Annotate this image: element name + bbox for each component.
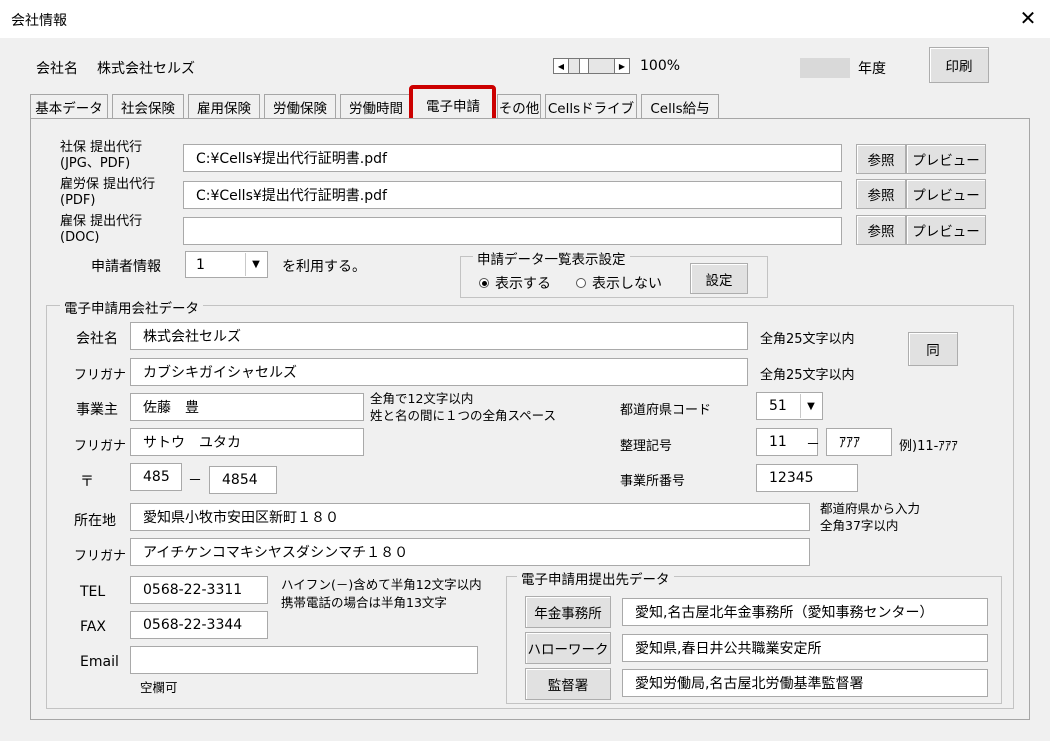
applicant-suffix: を利用する。 <box>282 259 366 275</box>
cd-email-input[interactable] <box>130 646 478 674</box>
tab-e-application[interactable]: 電子申請 <box>415 90 491 119</box>
file-path-koho[interactable] <box>183 217 842 245</box>
pref-chevron-down-icon[interactable]: ▼ <box>800 394 821 418</box>
cd-address-kana-input[interactable]: アイチケンコマキシヤスダシンマチ１８０ <box>130 538 810 566</box>
cd-postal1-input[interactable]: 485 <box>130 463 182 491</box>
labor-office-input[interactable]: 愛知労働局,名古屋北労働基準監督署 <box>622 669 988 697</box>
scroll-right-icon[interactable]: ▶ <box>614 58 630 74</box>
cd-tel-label: TEL <box>80 584 106 600</box>
cd-name-label: 会社名 <box>76 331 118 347</box>
cd-ref-dash: － <box>806 437 820 453</box>
hello-work-input[interactable]: 愛知県,春日井公共職業安定所 <box>622 634 988 662</box>
cd-ref-example: 例)11-ｱｱｱ <box>899 439 958 454</box>
pension-office-input[interactable]: 愛知,名古屋北年金事務所（愛知事務センター） <box>622 598 988 626</box>
cd-address-label: 所在地 <box>74 513 116 529</box>
year-value-redacted <box>800 58 850 78</box>
cd-furigana-label: フリガナ <box>74 368 127 383</box>
tab-cells-drive[interactable]: Cellsドライブ <box>545 94 637 118</box>
close-icon[interactable]: ✕ <box>1016 6 1040 30</box>
cd-furigana-note: 全角25文字以内 <box>760 368 855 383</box>
window-title: 会社情報 <box>11 13 67 29</box>
cd-furigana-input[interactable]: カブシキガイシャセルズ <box>130 358 748 386</box>
cd-address-note: 都道府県から入力 全角37字以内 <box>820 501 921 533</box>
browse-button-korouho[interactable]: 参照 <box>856 179 906 209</box>
cd-email-label: Email <box>80 654 119 670</box>
company-name: 株式会社セルズ <box>97 61 195 77</box>
tab-working-hours[interactable]: 労働時間 <box>340 94 412 118</box>
title-bar: 会社情報 ✕ <box>0 0 1050 38</box>
browse-button-koho[interactable]: 参照 <box>856 215 906 245</box>
tab-cells-payroll[interactable]: Cells給与 <box>641 94 719 118</box>
applicant-label: 申請者情報 <box>91 259 161 275</box>
company-label: 会社名 <box>36 61 78 77</box>
chevron-down-icon[interactable]: ▼ <box>245 253 266 276</box>
setting-button[interactable]: 設定 <box>690 263 748 294</box>
preview-button-korouho[interactable]: プレビュー <box>906 179 986 209</box>
radio-hide[interactable]: 表示しない <box>576 273 662 293</box>
tab-other[interactable]: その他 <box>497 94 541 118</box>
scroll-left-icon[interactable]: ◀ <box>553 58 569 74</box>
applicant-select[interactable]: 1 ▼ <box>185 251 268 278</box>
file-label-shaho: 社保 提出代行 (JPG、PDF) <box>60 140 143 171</box>
file-path-shaho[interactable]: C:¥Cells¥提出代行証明書.pdf <box>183 144 842 172</box>
preview-button-shaho[interactable]: プレビュー <box>906 144 986 174</box>
cd-tel-input[interactable]: 0568-22-3311 <box>130 576 268 604</box>
file-path-korouho[interactable]: C:¥Cells¥提出代行証明書.pdf <box>183 181 842 209</box>
file-label-koho: 雇保 提出代行 (DOC) <box>60 214 143 245</box>
hello-work-button[interactable]: ハローワーク <box>525 632 611 664</box>
zoom-scrollbar-track[interactable] <box>569 58 614 74</box>
cd-owner-label: 事業主 <box>76 402 118 418</box>
preview-button-koho[interactable]: プレビュー <box>906 215 986 245</box>
submit-dest-title: 電子申請用提出先データ <box>517 568 674 588</box>
cd-owner-input[interactable]: 佐藤 豊 <box>130 393 364 421</box>
company-data-title: 電子申請用会社データ <box>60 297 203 317</box>
year-label: 年度 <box>858 61 886 77</box>
browse-button-shaho[interactable]: 参照 <box>856 144 906 174</box>
file-label-korouho: 雇労保 提出代行 (PDF) <box>60 177 156 208</box>
cd-name-input[interactable]: 株式会社セルズ <box>130 322 748 350</box>
cd-fax-label: FAX <box>80 619 106 635</box>
radio-hide-indicator[interactable] <box>576 278 586 288</box>
cd-email-note: 空欄可 <box>140 680 178 695</box>
cd-ref-no2-input[interactable]: ｱｱｱ <box>826 428 892 456</box>
cd-ref-no-label: 整理記号 <box>620 439 673 454</box>
cd-postal-label: 〒 <box>80 474 94 490</box>
tab-labor-insurance[interactable]: 労働保険 <box>264 94 336 118</box>
tab-basic-data[interactable]: 基本データ <box>30 94 108 118</box>
radio-show[interactable]: 表示する <box>479 273 551 293</box>
zoom-level: 100% <box>640 58 681 74</box>
print-button[interactable]: 印刷 <box>929 47 989 83</box>
cd-postal2-input[interactable]: 4854 <box>209 466 277 494</box>
cd-tel-note: ハイフン(－)含めて半角12文字以内 携帯電話の場合は半角13文字 <box>281 577 482 610</box>
pension-office-button[interactable]: 年金事務所 <box>525 596 611 628</box>
labor-office-button[interactable]: 監督署 <box>525 668 611 700</box>
cd-office-no-label: 事業所番号 <box>620 474 686 489</box>
cd-owner-kana-label: フリガナ <box>74 439 127 454</box>
cd-pref-code-label: 都道府県コード <box>620 403 712 418</box>
zoom-scrollbar-thumb[interactable] <box>579 58 589 74</box>
cd-pref-code-select[interactable]: 51 ▼ <box>756 392 823 420</box>
cd-address-kana-label: フリガナ <box>74 549 127 564</box>
radio-show-indicator[interactable] <box>479 278 489 288</box>
cd-address-input[interactable]: 愛知県小牧市安田区新町１８０ <box>130 503 810 531</box>
cd-postal-dash: － <box>188 473 202 489</box>
cd-owner-kana-input[interactable]: サトウ ユタカ <box>130 428 364 456</box>
tab-employment-insurance[interactable]: 雇用保険 <box>188 94 260 118</box>
same-button[interactable]: 同 <box>908 332 958 366</box>
cd-fax-input[interactable]: 0568-22-3344 <box>130 611 268 639</box>
tab-social-insurance[interactable]: 社会保険 <box>112 94 184 118</box>
cd-name-note: 全角25文字以内 <box>760 332 855 347</box>
cd-owner-note: 全角で12文字以内 姓と名の間に１つの全角スペース <box>370 391 557 423</box>
list-setting-title: 申請データ一覧表示設定 <box>473 248 630 268</box>
cd-office-no-input[interactable]: 12345 <box>756 464 858 492</box>
